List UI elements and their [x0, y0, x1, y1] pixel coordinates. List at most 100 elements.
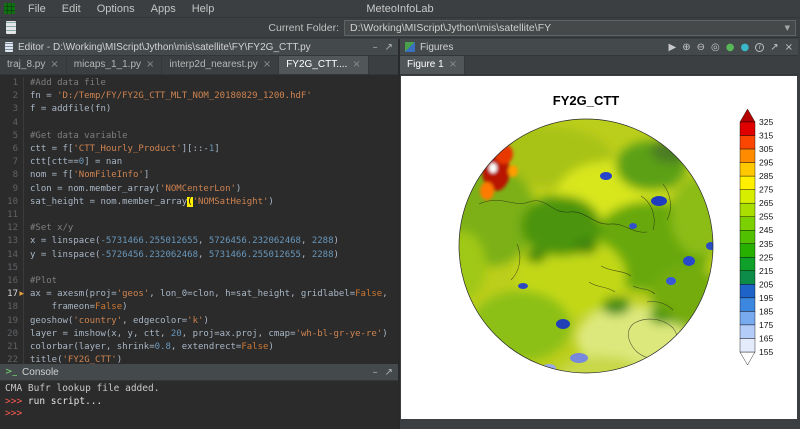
zoom-in-icon[interactable]: ⊕	[682, 42, 690, 53]
code-line[interactable]: 21 colorbar(layer, shrink=0.8, extendrect…	[0, 341, 398, 354]
line-number: 9	[0, 183, 24, 196]
code-line[interactable]: 12#Set x/y	[0, 222, 398, 235]
editor-tab-traj-8-py[interactable]: traj_8.py×	[0, 56, 67, 74]
code-text: #Plot	[30, 275, 57, 288]
green-dot-icon[interactable]: ●	[726, 42, 735, 53]
code-line[interactable]: 1#Add data file	[0, 77, 398, 90]
code-text: clon = nom.member_array('NOMCenterLon')	[30, 183, 241, 196]
line-number: 21	[0, 341, 24, 354]
colorbar-segment	[740, 257, 755, 271]
info-icon[interactable]: i	[755, 43, 764, 52]
current-folder-combo[interactable]: D:\Working\MIScript\Jython\mis\satellite…	[344, 20, 796, 36]
colorbar-segment	[740, 230, 755, 244]
blue-dot-icon[interactable]: ●	[740, 42, 749, 53]
editor-tab-interp2d-nearest-py[interactable]: interp2d_nearest.py×	[162, 56, 279, 74]
tab-close-icon[interactable]: ×	[263, 60, 271, 70]
code-line[interactable]: 11	[0, 209, 398, 222]
script-icon[interactable]	[6, 21, 16, 34]
code-line[interactable]: 10sat_height = nom.member_array('NOMSatH…	[0, 196, 398, 209]
code-line[interactable]: 18 frameon=False)	[0, 301, 398, 314]
code-line[interactable]: 5#Get data variable	[0, 130, 398, 143]
tab-label: Figure 1	[407, 59, 444, 70]
code-line[interactable]: 15	[0, 262, 398, 275]
code-line[interactable]: 7ctt[ctt==0] = nan	[0, 156, 398, 169]
menu-edit[interactable]: Edit	[54, 2, 89, 16]
tab-close-icon[interactable]: ×	[146, 60, 154, 70]
float-icon[interactable]: ↗	[770, 42, 778, 53]
code-text: title('FY2G_CTT')	[30, 354, 122, 364]
code-text: nom = f['NomFileInfo']	[30, 169, 149, 182]
tab-close-icon[interactable]: ×	[50, 60, 58, 70]
console-output[interactable]: CMA Bufr lookup file added.>>> run scrip…	[0, 381, 398, 429]
figures-titlebar: Figures ▶ ⊕ ⊖ ◎ ● ● i ↗ ×	[400, 39, 798, 56]
close-icon[interactable]: ×	[785, 42, 793, 53]
code-line[interactable]: 16#Plot	[0, 275, 398, 288]
colorbar-tick: 315	[759, 131, 773, 141]
colorbar-tick: 215	[759, 266, 773, 276]
line-number: 4	[0, 117, 24, 130]
line-number: 7	[0, 156, 24, 169]
code-line[interactable]: 8nom = f['NomFileInfo']	[0, 169, 398, 182]
menu-options[interactable]: Options	[89, 2, 143, 16]
figure-canvas[interactable]: FY2G_CTT	[401, 76, 797, 419]
menu-apps[interactable]: Apps	[143, 2, 184, 16]
colorbar-segment	[740, 271, 755, 285]
satellite-disk	[436, 119, 731, 396]
editor-titlebar: Editor - D:\Working\MIScript\Jython\mis\…	[0, 39, 398, 56]
chevron-down-icon[interactable]: ▼	[785, 24, 790, 32]
code-text: x = linspace(-5731466.255012655, 5726456…	[30, 235, 339, 248]
menu-bar: File Edit Options Apps Help MeteoInfoLab	[0, 0, 800, 18]
code-editor[interactable]: 1#Add data file2fn = 'D:/Temp/FY/FY2G_CT…	[0, 75, 398, 364]
terminal-icon: >_	[5, 367, 17, 377]
current-line-marker: ▸	[19, 288, 24, 301]
line-number: 20	[0, 328, 24, 341]
console-line: >>>	[5, 408, 398, 421]
code-line[interactable]: 19geoshow('country', edgecolor='k')	[0, 315, 398, 328]
code-line[interactable]: 13 x = linspace(-5731466.255012655, 57264…	[0, 235, 398, 248]
minimize-icon[interactable]: –	[373, 42, 378, 53]
tab-close-icon[interactable]: ×	[352, 60, 360, 70]
line-number: 5	[0, 130, 24, 143]
zoom-out-icon[interactable]: ⊖	[697, 42, 705, 53]
tab-label: FY2G_CTT....	[286, 59, 347, 70]
code-line[interactable]: 17▸ax = axesm(proj='geos', lon_0=clon, h…	[0, 288, 398, 301]
line-number: 13	[0, 235, 24, 248]
full-extent-icon[interactable]: ◎	[711, 42, 720, 53]
code-line[interactable]: 14 y = linspace(-5726456.232062468, 57314…	[0, 249, 398, 262]
colorbar-tick: 305	[759, 144, 773, 154]
float-icon[interactable]: ↗	[385, 42, 393, 53]
figure-tab-figure-1[interactable]: Figure 1 ×	[400, 56, 465, 74]
figures-title: Figures	[420, 42, 453, 53]
colorbar-segment	[740, 163, 755, 177]
tab-close-icon[interactable]: ×	[449, 60, 457, 70]
code-line[interactable]: 9 clon = nom.member_array('NOMCenterLon')	[0, 183, 398, 196]
code-text	[30, 209, 35, 222]
code-text: y = linspace(-5726456.232062468, 5731466…	[30, 249, 339, 262]
toolbar: Current Folder: D:\Working\MIScript\Jyth…	[0, 18, 800, 38]
colorbar-tick: 165	[759, 333, 773, 343]
console-line: >>> run script...	[5, 396, 398, 409]
code-line[interactable]: 20layer = imshow(x, y, ctt, 20, proj=ax.…	[0, 328, 398, 341]
line-number: 11	[0, 209, 24, 222]
code-text: fn = 'D:/Temp/FY/FY2G_CTT_MLT_NOM_201808…	[30, 90, 312, 103]
code-line[interactable]: 3f = addfile(fn)	[0, 103, 398, 116]
code-line[interactable]: 22title('FY2G_CTT')	[0, 354, 398, 364]
menu-help[interactable]: Help	[184, 2, 223, 16]
code-text: colorbar(layer, shrink=0.8, extendrect=F…	[30, 341, 274, 354]
editor-tab-micaps-1-1-py[interactable]: micaps_1_1.py×	[67, 56, 163, 74]
colorbar-tick: 325	[759, 117, 773, 127]
code-text: geoshow('country', edgecolor='k')	[30, 315, 209, 328]
editor-title: Editor - D:\Working\MIScript\Jython\mis\…	[18, 42, 311, 53]
colorbar-tick: 285	[759, 171, 773, 181]
line-number: 14	[0, 249, 24, 262]
select-tool-icon[interactable]: ▶	[669, 42, 677, 53]
code-line[interactable]: 2fn = 'D:/Temp/FY/FY2G_CTT_MLT_NOM_20180…	[0, 90, 398, 103]
menu-file[interactable]: File	[20, 2, 54, 16]
minimize-icon[interactable]: –	[373, 367, 378, 378]
float-icon[interactable]: ↗	[385, 367, 393, 378]
colorbar-tick: 155	[759, 347, 773, 357]
meteoinfolab-window: File Edit Options Apps Help MeteoInfoLab…	[0, 0, 800, 429]
editor-tab-fy2g-ctt-[interactable]: FY2G_CTT.... ×	[279, 56, 369, 74]
code-line[interactable]: 4	[0, 117, 398, 130]
code-line[interactable]: 6ctt = f['CTT_Hourly_Product'][::-1]	[0, 143, 398, 156]
